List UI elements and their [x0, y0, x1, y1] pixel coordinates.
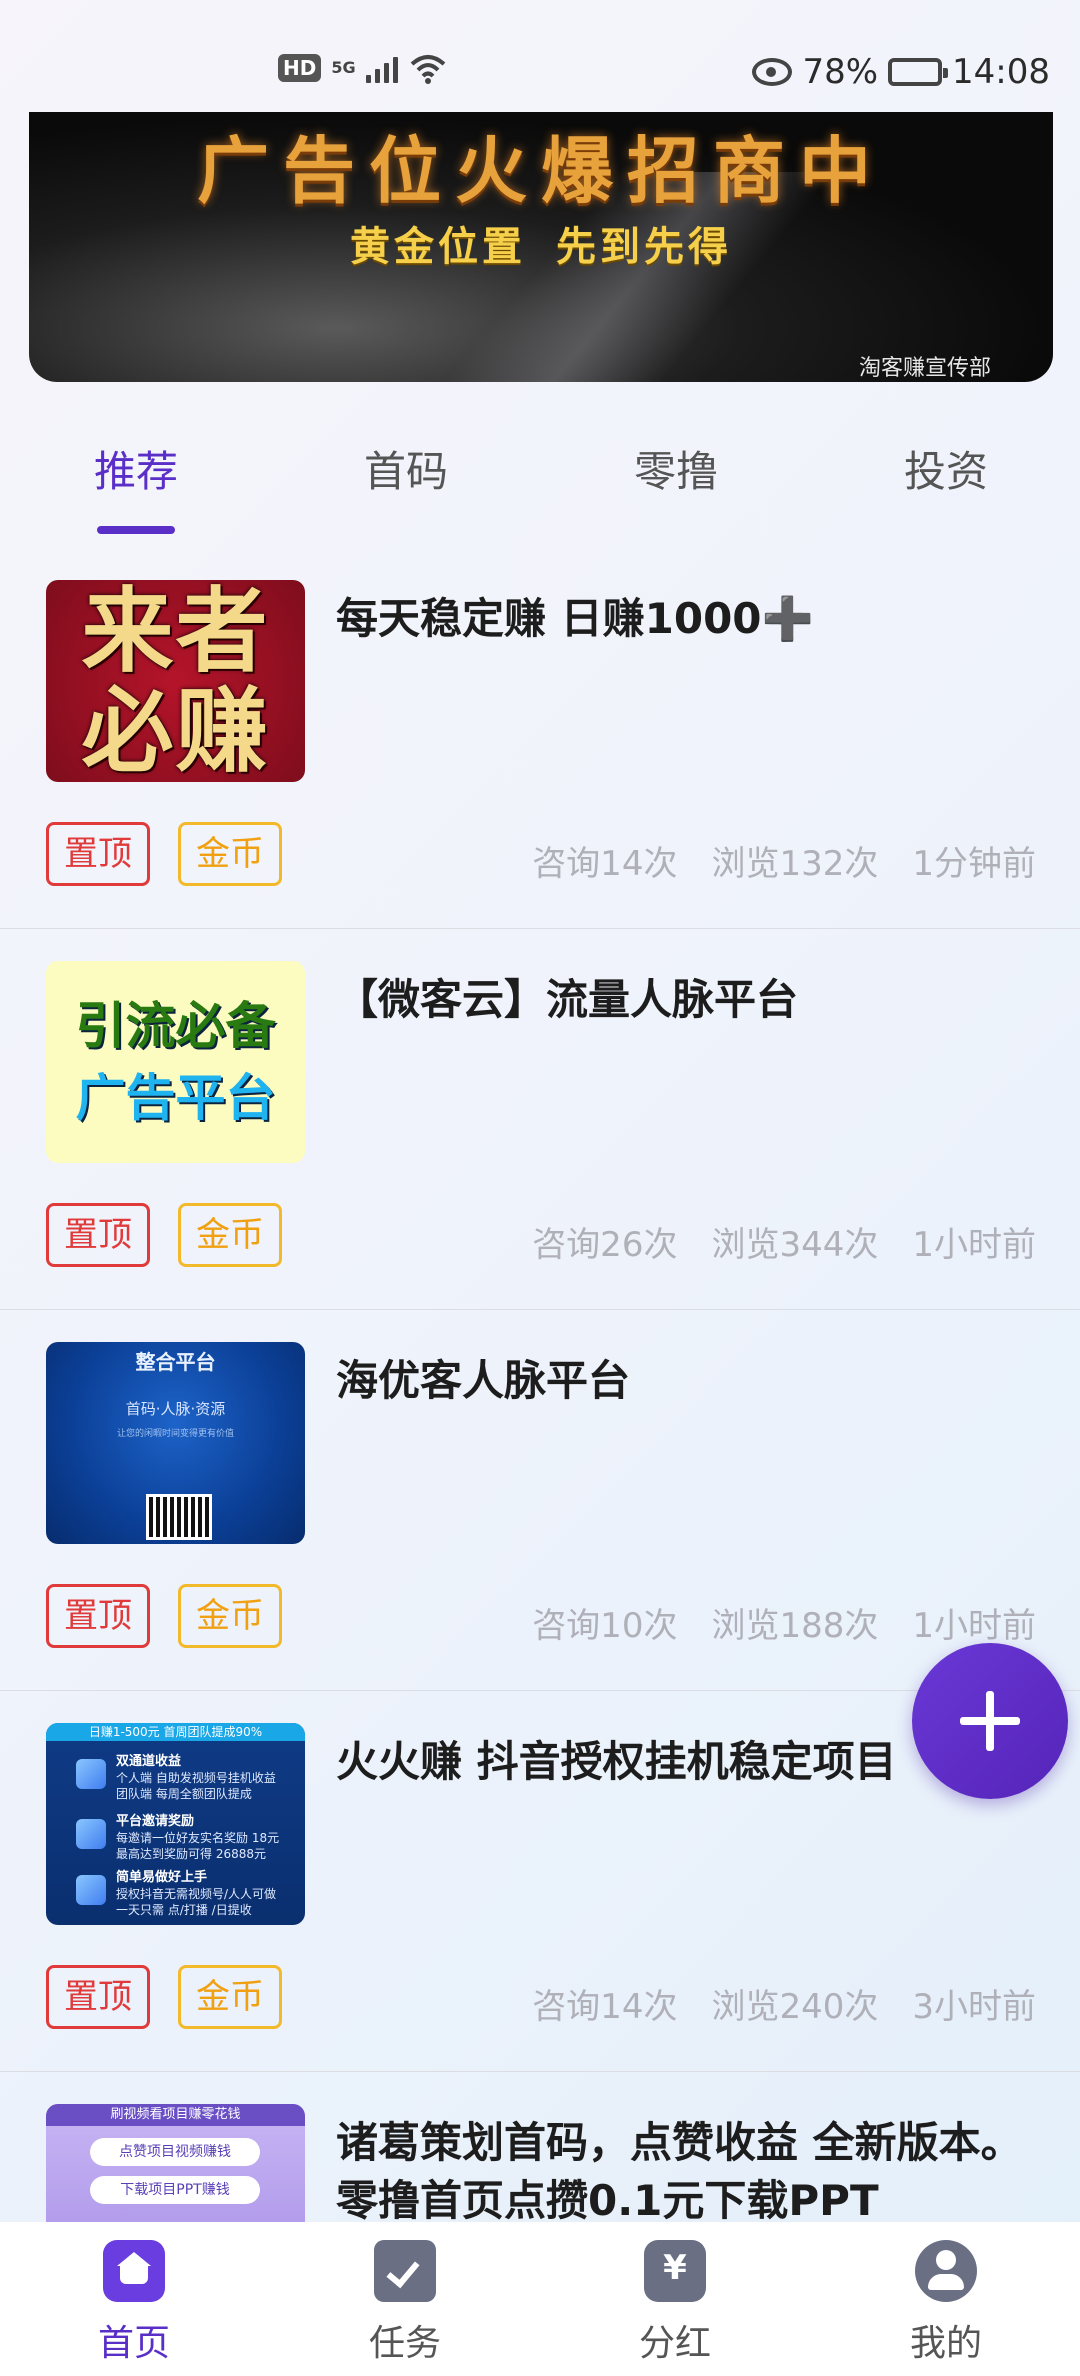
item-title: 每天稳定赚 日赚1000➕: [336, 594, 814, 643]
thumb-text: 日赚1-500元 首周团队提成90%: [46, 1723, 305, 1741]
thumb-icon: [76, 1875, 106, 1905]
add-post-button[interactable]: [912, 1643, 1068, 1799]
view-count: 浏览240次: [711, 1987, 879, 2027]
post-time: 1分钟前: [912, 844, 1036, 884]
coin-badge: 金币: [178, 1203, 282, 1267]
signal-icon: [365, 53, 398, 83]
nav-tasks[interactable]: 任务: [325, 2240, 485, 2366]
banner-title: 广告位火爆招商中: [196, 128, 885, 213]
tab-recommend[interactable]: 推荐: [36, 438, 236, 499]
eye-comfort-icon: [752, 58, 793, 86]
item-stats: 咨询14次 浏览240次 3小时前: [532, 1979, 1036, 2028]
coin-badge: 金币: [178, 822, 282, 886]
item-title: 海优客人脉平台: [336, 1356, 631, 1405]
thumb-text: 下载项目PPT赚钱: [90, 2176, 260, 2204]
tab-indicator: [97, 526, 175, 534]
thumb-text: 必赚: [81, 677, 270, 782]
consult-count: 咨询26次: [532, 1225, 678, 1265]
coin-badge: 金币: [178, 1965, 282, 2029]
nav-dividend[interactable]: 分红: [595, 2240, 755, 2366]
banner-subtitle: 黄金位置 先到先得: [29, 214, 1053, 272]
list-item[interactable]: 引流必备 广告平台 【微客云】流量人脉平台 置顶 金币 咨询26次 浏览344次…: [0, 929, 1080, 1310]
banner-subtitle-right: 先到先得: [556, 223, 732, 270]
item-thumbnail: 整合平台 首码·人脉·资源 让您的闲暇时间变得更有价值: [46, 1342, 305, 1544]
view-count: 浏览344次: [711, 1225, 879, 1265]
list-item[interactable]: 来者 必赚 每天稳定赚 日赚1000➕ 置顶 金币 咨询14次 浏览132次 1…: [0, 548, 1080, 929]
pinned-badge: 置顶: [46, 822, 150, 886]
bottom-nav: 首页 任务 分红 我的: [0, 2222, 1080, 2376]
post-time: 1小时前: [912, 1225, 1036, 1265]
tab-invest[interactable]: 投资: [846, 438, 1046, 499]
status-right: 78% 14:08: [752, 52, 1050, 92]
nav-home[interactable]: 首页: [54, 2240, 214, 2366]
item-thumbnail: 日赚1-500元 首周团队提成90% 双通道收益 个人端 自助发视频号挂机收益 团队…: [46, 1723, 305, 1925]
nav-label: 首页: [97, 2323, 170, 2364]
pinned-badge: 置顶: [46, 1584, 150, 1648]
item-stats: 咨询26次 浏览344次 1小时前: [532, 1217, 1036, 1266]
banner-subtitle-left: 黄金位置: [350, 223, 526, 270]
status-bar: HD 5G 78% 14:08: [0, 0, 1080, 112]
view-count: 浏览132次: [711, 844, 879, 884]
home-icon: [103, 2240, 165, 2302]
item-thumbnail: 引流必备 广告平台: [46, 961, 305, 1163]
qr-code-icon: [146, 1494, 212, 1540]
thumb-text: 整合平台: [135, 1350, 216, 1374]
list-item[interactable]: 整合平台 首码·人脉·资源 让您的闲暇时间变得更有价值 海优客人脉平台 置顶 金…: [0, 1310, 1080, 1691]
item-thumbnail: 刷视频看项目赚零花钱 点赞项目视频赚钱 下载项目PPT赚钱: [46, 2104, 305, 2222]
pinned-badge: 置顶: [46, 1965, 150, 2029]
battery-percent: 78%: [802, 52, 879, 92]
battery-icon: [888, 58, 949, 86]
nav-label: 分红: [638, 2323, 711, 2364]
consult-count: 咨询14次: [532, 1987, 678, 2027]
list-item[interactable]: 刷视频看项目赚零花钱 点赞项目视频赚钱 下载项目PPT赚钱 诸葛策划首码，点赞收…: [0, 2072, 1080, 2222]
nav-label: 我的: [909, 2323, 982, 2364]
profile-icon: [915, 2240, 977, 2302]
post-time: 1小时前: [912, 1606, 1036, 1646]
thumb-text: 让您的闲暇时间变得更有价值: [116, 1429, 234, 1439]
wifi-icon: [410, 55, 445, 84]
post-time: 3小时前: [912, 1987, 1036, 2027]
tab-zero-cost[interactable]: 零撸: [576, 438, 776, 499]
view-count: 浏览188次: [711, 1606, 879, 1646]
hd-icon: HD: [278, 54, 322, 82]
tab-first-code[interactable]: 首码: [306, 438, 506, 499]
nav-profile[interactable]: 我的: [866, 2240, 1026, 2366]
thumb-row: 简单易做好上手 授权抖音无需视频号/人人可做 一天只需 点/打播 /日提收: [116, 1870, 277, 1917]
thumb-text: 点赞项目视频赚钱: [90, 2138, 260, 2166]
thumb-row: 平台邀请奖励 每邀请一位好友实名奖励 18元 最高达到奖励可得 26888元: [116, 1814, 280, 1861]
item-title: 【微客云】流量人脉平台: [336, 975, 799, 1024]
thumb-row: 双通道收益 个人端 自助发视频号挂机收益 团队端 每周全额团队提成: [116, 1754, 276, 1801]
item-title: 诸葛策划首码，点赞收益 全新版本。 零撸首页点攒0.1元下载PPT: [336, 2118, 1023, 2222]
coin-badge: 金币: [178, 1584, 282, 1648]
thumb-text: 刷视频看项目赚零花钱: [46, 2104, 305, 2126]
status-left: HD 5G: [278, 52, 448, 84]
network-type: 5G: [331, 58, 356, 77]
task-icon: [374, 2240, 436, 2302]
ad-banner[interactable]: 广告位火爆招商中 黄金位置 先到先得 淘客赚宣传部: [29, 112, 1053, 382]
thumb-text: 来者: [81, 580, 270, 685]
category-tabs: 推荐 首码 零撸 投资: [0, 420, 1080, 540]
clock: 14:08: [952, 52, 1050, 92]
thumb-text: 首码·人脉·资源: [125, 1400, 226, 1418]
consult-count: 咨询10次: [532, 1606, 678, 1646]
thumb-icon: [76, 1759, 106, 1789]
nav-label: 任务: [368, 2323, 441, 2364]
item-stats: 咨询14次 浏览132次 1分钟前: [532, 836, 1036, 885]
consult-count: 咨询14次: [532, 844, 678, 884]
project-feed[interactable]: 来者 必赚 每天稳定赚 日赚1000➕ 置顶 金币 咨询14次 浏览132次 1…: [0, 548, 1080, 2222]
dividend-icon: [644, 2240, 706, 2302]
thumb-text: 引流必备: [75, 997, 276, 1055]
banner-credit: 淘客赚宣传部: [858, 356, 991, 381]
pinned-badge: 置顶: [46, 1203, 150, 1267]
thumb-text: 广告平台: [75, 1069, 276, 1127]
thumb-icon: [76, 1819, 106, 1849]
item-stats: 咨询10次 浏览188次 1小时前: [532, 1598, 1036, 1647]
item-thumbnail: 来者 必赚: [46, 580, 305, 782]
